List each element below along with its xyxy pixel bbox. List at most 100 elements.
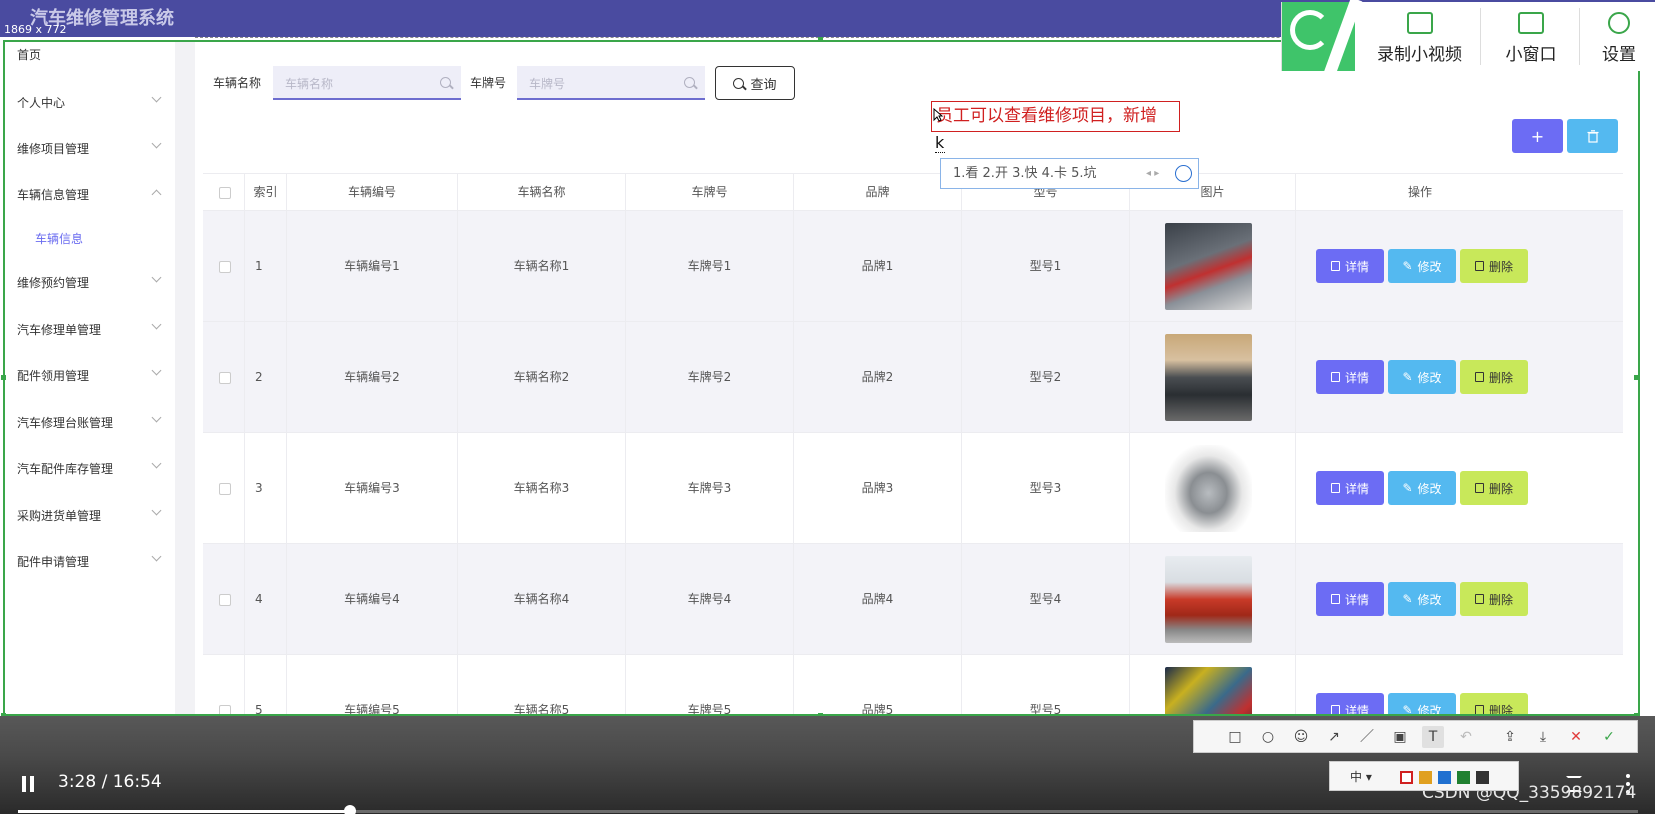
delete-button[interactable]: 删除 [1460, 249, 1528, 283]
model-cell: 型号2 [962, 322, 1130, 433]
emoji-tool-icon[interactable]: ☺ [1290, 726, 1312, 748]
car-image[interactable] [1165, 223, 1252, 310]
ime-composition-underline [935, 152, 945, 153]
pause-icon[interactable] [22, 776, 36, 792]
sidebar-item-repair-order[interactable]: 汽车修理单管理 [17, 321, 101, 338]
query-button[interactable]: 查询 [715, 66, 795, 100]
car-image[interactable] [1165, 334, 1252, 421]
delete-label: 删除 [1488, 481, 1513, 496]
sidebar-item-parts-application[interactable]: 配件申请管理 [17, 553, 89, 570]
undo-icon[interactable]: ↶ [1455, 726, 1477, 748]
edit-button[interactable]: ✎ 修改 [1388, 360, 1456, 394]
chevron-down-icon [151, 412, 162, 423]
video-progress-bar[interactable] [18, 805, 1638, 814]
chevron-down-icon [151, 458, 162, 469]
color-swatch[interactable] [1419, 771, 1432, 784]
resize-handle[interactable] [818, 37, 823, 42]
text-tool-icon[interactable]: T [1422, 726, 1444, 748]
chevron-down-icon [151, 551, 162, 562]
sidebar-item-purchase-order[interactable]: 采购进货单管理 [17, 507, 101, 524]
mini-window-button[interactable]: 小窗口 [1487, 2, 1575, 71]
emoji-icon[interactable] [1175, 165, 1192, 182]
vehicle-name-input[interactable]: 车辆名称 [273, 66, 461, 100]
resize-handle[interactable] [1, 375, 6, 380]
ime-page-arrows-icon[interactable]: ◂ ▸ [1146, 159, 1159, 188]
row-checkbox[interactable] [219, 371, 231, 384]
detail-button[interactable]: 详情 [1316, 360, 1384, 394]
sidebar-gutter [175, 40, 195, 716]
settings-button[interactable]: 设置 [1584, 2, 1654, 71]
batch-delete-button[interactable] [1567, 119, 1618, 153]
download-icon[interactable]: ⤓ [1532, 726, 1554, 748]
sidebar-subitem-vehicle-info[interactable]: 车辆信息 [35, 230, 83, 247]
vehicle-name-cell: 车辆名称3 [458, 433, 626, 544]
detail-button[interactable]: 详情 [1316, 693, 1384, 716]
mosaic-tool-icon[interactable]: ▣ [1389, 726, 1411, 748]
video-progress-knob[interactable] [344, 805, 357, 814]
recorder-panel: 录制小视频 小窗口 设置 [1281, 0, 1655, 77]
detail-button[interactable]: 详情 [1316, 249, 1384, 283]
search-icon [733, 77, 745, 89]
delete-button[interactable]: 删除 [1460, 582, 1528, 616]
color-swatch[interactable] [1476, 771, 1489, 784]
select-all-checkbox[interactable] [219, 186, 231, 199]
ime-candidates[interactable]: 1.看 2.开 3.快 4.卡 5.坑 [953, 166, 1097, 181]
annotation-textbox[interactable]: 员工可以查看维修项目，新增 [931, 101, 1180, 132]
edit-button[interactable]: ✎ 修改 [1388, 471, 1456, 505]
font-size-select[interactable]: 中 ▾ [1350, 768, 1372, 785]
color-swatch[interactable] [1400, 771, 1413, 784]
sidebar-item-vehicle-info-mgmt[interactable]: 车辆信息管理 [17, 186, 89, 203]
record-video-button[interactable]: 录制小视频 [1362, 2, 1477, 71]
edit-button[interactable]: ✎ 修改 [1388, 582, 1456, 616]
model-cell: 型号4 [962, 544, 1130, 655]
row-checkbox[interactable] [219, 482, 231, 495]
ime-candidate-bar[interactable]: 1.看 2.开 3.快 4.卡 5.坑 ◂ ▸ [940, 158, 1199, 189]
sidebar-item-repair-appointment[interactable]: 维修预约管理 [17, 274, 89, 291]
arrow-tool-icon[interactable]: ↗ [1323, 726, 1345, 748]
vehicle-name-cell: 车辆名称5 [458, 655, 626, 716]
divider [1480, 8, 1481, 65]
sidebar-item-parts-requisition[interactable]: 配件领用管理 [17, 367, 89, 384]
sidebar-item-repair-ledger[interactable]: 汽车修理台账管理 [17, 414, 113, 431]
resize-handle[interactable] [1634, 375, 1639, 380]
delete-button[interactable]: 删除 [1460, 693, 1528, 716]
chevron-down-icon [151, 138, 162, 149]
row-select-cell [203, 211, 245, 322]
row-checkbox[interactable] [219, 704, 231, 716]
confirm-icon[interactable]: ✓ [1598, 726, 1620, 748]
sidebar: 首页 个人中心 维修项目管理 车辆信息管理 车辆信息 维修预约管理 汽车修理单管… [5, 40, 175, 716]
color-swatch[interactable] [1438, 771, 1451, 784]
car-image[interactable] [1165, 667, 1252, 716]
row-select-cell [203, 544, 245, 655]
row-select-cell [203, 433, 245, 544]
plate-input[interactable]: 车牌号 [517, 66, 705, 100]
plate-cell: 车牌号3 [626, 433, 794, 544]
chevron-down-icon [151, 505, 162, 516]
share-icon[interactable]: ⇪ [1499, 726, 1521, 748]
pen-tool-icon[interactable]: ／ [1356, 726, 1378, 748]
sidebar-item-repair-project[interactable]: 维修项目管理 [17, 140, 89, 157]
delete-button[interactable]: 删除 [1460, 471, 1528, 505]
color-swatch[interactable] [1457, 771, 1470, 784]
sidebar-item-home[interactable]: 首页 [17, 46, 41, 63]
car-image[interactable] [1165, 556, 1252, 643]
row-checkbox[interactable] [219, 593, 231, 606]
gear-icon [1608, 12, 1630, 34]
edit-button[interactable]: ✎ 修改 [1388, 249, 1456, 283]
index-cell: 5 [245, 655, 287, 716]
detail-button[interactable]: 详情 [1316, 582, 1384, 616]
add-button[interactable]: + [1512, 119, 1563, 153]
car-image[interactable] [1165, 445, 1252, 532]
search-icon [684, 77, 695, 88]
sidebar-item-personal-center[interactable]: 个人中心 [17, 94, 65, 111]
ellipse-tool-icon[interactable]: ○ [1257, 726, 1279, 748]
settings-label: 设置 [1602, 45, 1636, 65]
rectangle-tool-icon[interactable]: □ [1224, 726, 1246, 748]
row-checkbox[interactable] [219, 260, 231, 273]
edit-button[interactable]: ✎ 修改 [1388, 693, 1456, 716]
delete-button[interactable]: 删除 [1460, 360, 1528, 394]
close-icon[interactable]: ✕ [1565, 726, 1587, 748]
pencil-icon: ✎ [1402, 703, 1413, 716]
detail-button[interactable]: 详情 [1316, 471, 1384, 505]
sidebar-item-parts-inventory[interactable]: 汽车配件库存管理 [17, 460, 113, 477]
